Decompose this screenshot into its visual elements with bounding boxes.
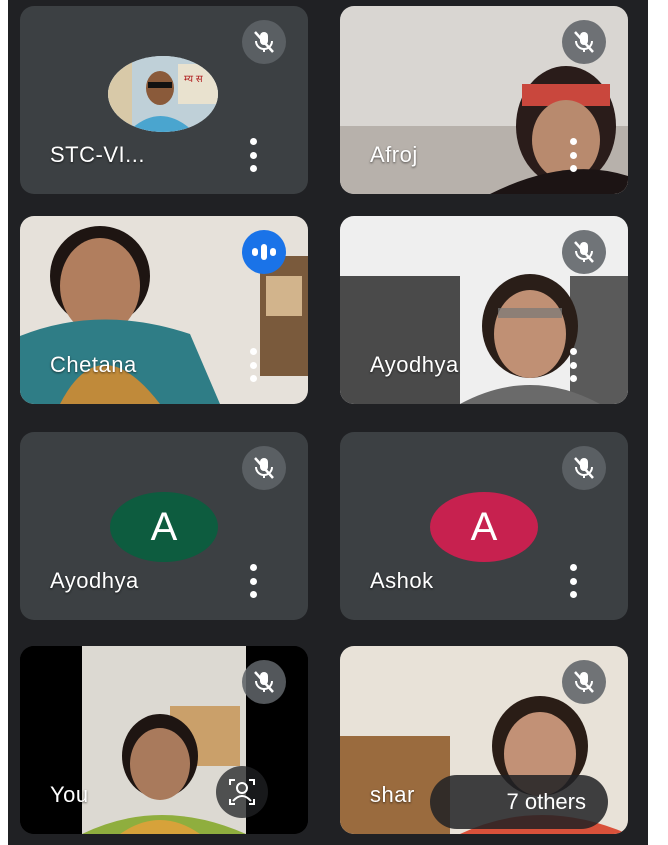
participant-avatar: A [430,492,538,562]
participant-tile-stc[interactable]: म्य स STC-VI... [20,6,308,194]
meeting-grid: म्य स STC-VI... Afroj Chetana Ayodhya A … [8,0,648,845]
avatar-initial: A [150,504,178,549]
svg-text:म्य स: म्य स [184,74,203,85]
speaking-indicator-icon [242,230,286,274]
participant-name: Ashok [370,568,434,593]
participant-avatar: A [110,492,218,562]
avatar-initial: A [470,504,498,549]
participant-name: Ayodhya [370,352,459,377]
participant-name: Chetana [50,352,137,377]
participant-name: You [50,782,89,807]
participant-tile-afroj[interactable]: Afroj [340,6,628,194]
participant-name: shar [370,782,415,807]
mic-off-icon [242,446,286,490]
participant-avatar-photo: म्य स [108,56,218,132]
more-options-button[interactable] [248,348,258,382]
mic-off-icon [562,660,606,704]
mic-off-icon [242,660,286,704]
participant-tile-ayodhya[interactable]: A Ayodhya [20,432,308,620]
more-options-button[interactable] [248,138,258,172]
other-participants-label: 7 others [506,789,587,814]
more-options-button[interactable] [568,348,578,382]
participant-tile-chetana[interactable]: Chetana [20,216,308,404]
other-participants-button[interactable]: 7 others [430,775,608,829]
visual-effects-button[interactable] [216,766,268,818]
mic-off-icon [562,446,606,490]
participant-name: STC-VI... [50,142,145,167]
more-options-button[interactable] [568,564,578,598]
participant-name: Ayodhya [50,568,139,593]
more-options-button[interactable] [248,564,258,598]
visual-effects-icon [229,779,255,805]
mic-off-icon [242,20,286,64]
participant-name: Afroj [370,142,418,167]
more-options-button[interactable] [568,138,578,172]
participant-tile-you[interactable]: You [20,646,308,834]
participant-tile-ayodhya-video[interactable]: Ayodhya [340,216,628,404]
participant-tile-ashok[interactable]: A Ashok [340,432,628,620]
mic-off-icon [562,20,606,64]
mic-off-icon [562,230,606,274]
